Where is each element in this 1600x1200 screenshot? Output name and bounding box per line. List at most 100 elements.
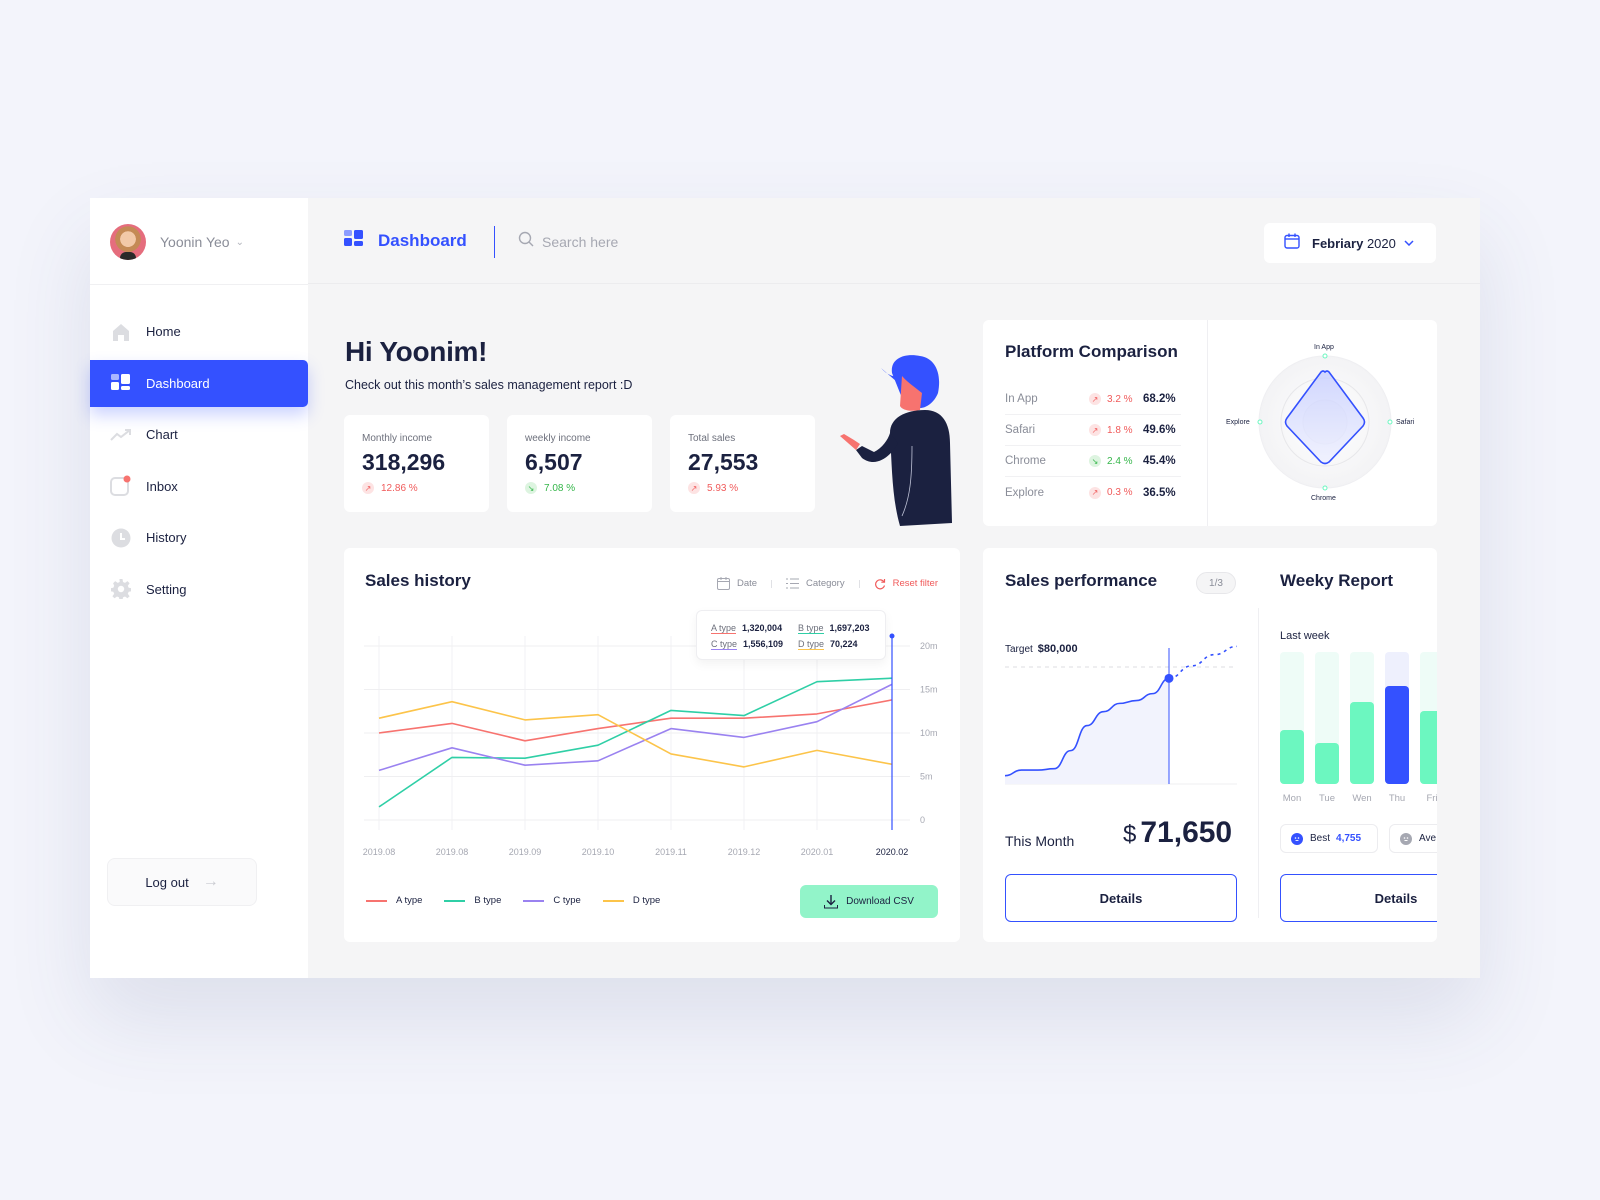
chip-label: Ave [1419, 833, 1437, 844]
hover-cursor-dot [889, 633, 895, 639]
platform-name: Safari [1005, 424, 1036, 436]
stat-label: Monthly income [362, 433, 433, 444]
avatar [110, 224, 146, 260]
tooltip-value: 70,224 [830, 638, 858, 649]
legend-swatch [602, 899, 624, 902]
platform-delta: ↗ 1.8 % [1089, 424, 1143, 436]
sales-details-button[interactable]: Details [1005, 874, 1237, 922]
download-label: Download CSV [846, 896, 914, 907]
sidebar-item-history[interactable]: History [90, 514, 308, 561]
bar-thu[interactable] [1385, 686, 1409, 784]
sidebar-item-dashboard[interactable]: Dashboard [90, 359, 308, 407]
date-picker[interactable]: Febriary 2020 [1264, 223, 1436, 263]
legend-item-a[interactable]: A type [366, 895, 422, 906]
arrow-down-icon: ↘ [525, 482, 537, 494]
radar-label-bottom: Chrome [1311, 495, 1336, 502]
bar-fri[interactable] [1420, 711, 1437, 784]
x-tick-label: 2019.09 [509, 847, 542, 857]
legend-swatch [523, 899, 545, 902]
tooltip-value: 1,320,004 [742, 622, 783, 633]
sidebar-nav: Home Dashboard Chart Inbox History Setti… [90, 308, 308, 617]
legend-swatch [444, 899, 466, 902]
stat-delta-value: 5.93 % [707, 482, 739, 494]
weekly-details-button[interactable]: Details [1280, 874, 1437, 922]
platform-delta: ↗ 0.3 % [1089, 486, 1143, 499]
tooltip-row: C type 1,556,109 D type 70,224 [711, 636, 885, 652]
tooltip-value: 1,697,203 [829, 622, 870, 633]
stat-value: 27,553 [688, 449, 759, 475]
radar-label-right: Safari [1396, 419, 1415, 426]
platform-delta-value: 1.8 % [1107, 424, 1133, 436]
sidebar-item-label: Setting [146, 581, 187, 597]
platform-row: Chrome ↘ 2.4 % 45.4% [1005, 446, 1181, 477]
bar-wen[interactable] [1350, 702, 1374, 784]
platform-value: 45.4% [1143, 455, 1176, 467]
tooltip-row: A type 1,320,004 B type 1,697,203 [711, 620, 885, 636]
legend-label: A type [396, 895, 423, 906]
date-year: 2020 [1366, 235, 1396, 251]
download-csv-button[interactable]: Download CSV [800, 885, 938, 918]
radar-point [1322, 353, 1328, 359]
platform-value: 36.5% [1143, 486, 1176, 499]
arrow-up-icon: ↗ [688, 482, 700, 494]
projection-line [1168, 645, 1238, 680]
platform-value: 49.6% [1143, 424, 1176, 436]
stat-delta-value: 7.08 % [544, 482, 576, 494]
gear-icon [110, 578, 132, 600]
sidebar-item-setting[interactable]: Setting [90, 566, 308, 613]
app-window: Yoonin Yeo ⌄ Home Dashboard Chart Inbox … [90, 198, 1480, 978]
x-tick-label: 2019.08 [363, 847, 396, 857]
sidebar-item-label: Home [146, 324, 181, 339]
search-input[interactable] [542, 233, 742, 250]
chevron-down-icon [1404, 238, 1414, 249]
platform-comparison-card: Platform Comparison In App ↗ 3.2 % 68.2% … [983, 320, 1437, 526]
stat-card-total-sales: Total sales 27,553 ↗ 5.93 % [670, 415, 815, 512]
legend-label: B type [474, 895, 502, 906]
profile-menu[interactable]: Yoonin Yeo ⌄ [110, 224, 244, 260]
legend-item-c[interactable]: C type [523, 895, 581, 906]
top-bar: Dashboard Febriary 2020 [308, 198, 1480, 284]
divider [1258, 608, 1259, 918]
amount-value: 71,650 [1140, 816, 1233, 849]
average-chip[interactable]: Ave [1389, 824, 1437, 853]
legend-label: D type [632, 895, 661, 906]
radar-point [1257, 419, 1263, 425]
platform-row: Safari ↗ 1.8 % 49.6% [1005, 415, 1181, 446]
x-tick-label: 2020.01 [801, 847, 834, 857]
home-icon [110, 321, 132, 343]
currency-symbol: $ [1123, 821, 1137, 848]
tooltip-item: D type 70,224 [798, 639, 885, 650]
legend-item-b[interactable]: B type [444, 895, 501, 906]
arrow-up-icon: ↗ [362, 482, 374, 494]
weekday-label: Tue [1318, 793, 1336, 804]
radar-point [1322, 485, 1328, 491]
series-line-b-type [378, 677, 893, 808]
best-chip[interactable]: Best 4,755 [1280, 824, 1378, 853]
legend-item-d[interactable]: D type [602, 895, 661, 906]
sidebar-item-chart[interactable]: Chart [90, 411, 308, 458]
sidebar: Yoonin Yeo ⌄ Home Dashboard Chart Inbox … [90, 198, 308, 978]
stat-delta-value: 12.86 % [381, 482, 418, 494]
page-title-text: Dashboard [378, 230, 467, 250]
calendar-icon [1284, 233, 1300, 254]
arrow-up-icon: ↗ [1089, 424, 1101, 436]
greeting-subtitle: Check out this month’s sales management … [345, 378, 633, 392]
date-picker-value: Febriary 2020 [1312, 236, 1396, 251]
bar-tue[interactable] [1315, 743, 1339, 784]
legend-swatch [366, 899, 387, 902]
bar-mon[interactable] [1280, 730, 1304, 784]
arrow-down-icon: ↘ [1089, 455, 1101, 467]
sidebar-item-inbox[interactable]: Inbox [90, 463, 308, 510]
sales-history-chart: 0 5m 10m 15m 20m 2019.08 2019.08 2019.09 2019.10… [363, 633, 938, 857]
weekday-label: Mon [1282, 793, 1302, 804]
x-tick-label: 2019.11 [655, 847, 687, 857]
chart-tooltip: A type 1,320,004 B type 1,697,203 C type 1,… [696, 610, 886, 660]
y-tick-label: 0 [920, 815, 925, 825]
stat-label: Total sales [688, 433, 736, 444]
sales-history-card: Sales history Date Category Reset filter… [344, 548, 960, 942]
sidebar-item-home[interactable]: Home [90, 308, 308, 355]
logout-button[interactable]: Log out → [107, 858, 257, 906]
chart-legend: A type B type C type D type [366, 895, 682, 906]
weekday-label: Fri [1426, 793, 1437, 804]
trend-icon [110, 424, 132, 446]
